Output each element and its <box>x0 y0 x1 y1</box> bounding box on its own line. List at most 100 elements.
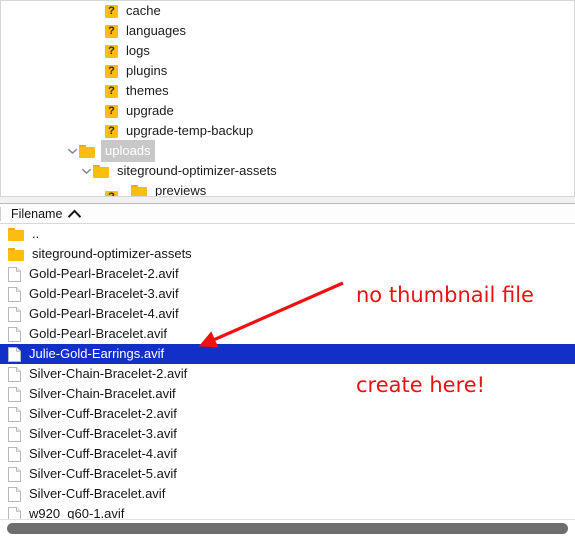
tree-item-label: logs <box>126 43 150 58</box>
tree-item-upgrade[interactable]: ? upgrade <box>1 101 574 121</box>
tree-item-partial[interactable]: ? <box>1 187 574 196</box>
question-folder-icon: ? <box>105 84 118 98</box>
file-list-row-label: .. <box>32 226 40 241</box>
tree-twisty-empty <box>91 121 105 141</box>
file-list-row[interactable]: Silver-Cuff-Bracelet-2.avif <box>0 404 575 424</box>
file-list-row-label: Silver-Cuff-Bracelet-5.avif <box>29 466 177 481</box>
file-list-row[interactable]: Silver-Chain-Bracelet.avif <box>0 384 575 404</box>
file-list-row[interactable]: siteground-optimizer-assets <box>0 244 575 264</box>
file-list-row-label: Gold-Pearl-Bracelet-2.avif <box>29 266 179 281</box>
file-icon <box>8 346 21 362</box>
tree-item-label: siteground-optimizer-assets <box>117 163 277 178</box>
file-icon <box>8 286 21 302</box>
file-list-row[interactable]: Gold-Pearl-Bracelet-4.avif <box>0 304 575 324</box>
tree-twisty-empty <box>91 101 105 121</box>
file-list-row-label: siteground-optimizer-assets <box>32 246 192 261</box>
question-folder-icon: ? <box>105 44 118 58</box>
tree-item-label: plugins <box>126 63 168 78</box>
file-list-row[interactable]: Silver-Chain-Bracelet-2.avif <box>0 364 575 384</box>
tree-item-cache[interactable]: ? cache <box>1 1 574 21</box>
file-list-row[interactable]: Silver-Cuff-Bracelet-5.avif <box>0 464 575 484</box>
file-list-panel[interactable]: Filename .. siteground-optimizer-assets Go… <box>0 204 575 536</box>
question-folder-icon: ? <box>105 64 118 78</box>
folder-icon <box>8 227 24 241</box>
tree-twisty-empty <box>91 21 105 41</box>
file-list-row-label: Gold-Pearl-Bracelet-4.avif <box>29 306 179 321</box>
file-list-row-label: Gold-Pearl-Bracelet.avif <box>29 326 167 341</box>
file-list-header: Filename <box>0 204 575 224</box>
file-list-rows: .. siteground-optimizer-assets Gold-Pearl-… <box>0 224 575 524</box>
question-folder-icon: ? <box>105 124 118 138</box>
tree-item-label: cache <box>126 3 161 18</box>
chevron-down-icon[interactable] <box>79 161 93 181</box>
tree-item-siteground-optimizer-assets[interactable]: siteground-optimizer-assets <box>1 161 574 181</box>
file-list-row[interactable]: .. <box>0 224 575 244</box>
file-icon <box>8 446 21 462</box>
tree-item-label: upgrade-temp-backup <box>126 123 254 138</box>
tree-item-upgrade-temp-backup[interactable]: ? upgrade-temp-backup <box>1 121 574 141</box>
folder-icon <box>79 144 95 158</box>
tree-item-label: uploads <box>101 140 155 162</box>
panel-splitter[interactable] <box>0 196 575 204</box>
file-list-row[interactable]: Gold-Pearl-Bracelet-3.avif <box>0 284 575 304</box>
file-list-row-label: Silver-Chain-Bracelet-2.avif <box>29 366 188 381</box>
tree-row-clipped[interactable]: ? <box>1 187 574 196</box>
file-icon <box>8 386 21 402</box>
question-folder-icon: ? <box>105 24 118 38</box>
file-list-row-label: Silver-Cuff-Bracelet-2.avif <box>29 406 177 421</box>
file-list-row[interactable]: Gold-Pearl-Bracelet.avif <box>0 324 575 344</box>
directory-tree: ? cache? languages? logs? plugins? themes? upg… <box>1 1 574 196</box>
file-list-row[interactable]: Gold-Pearl-Bracelet-2.avif <box>0 264 575 284</box>
chevron-down-icon[interactable] <box>65 141 79 161</box>
file-icon <box>8 306 21 322</box>
tree-item-uploads[interactable]: uploads <box>1 140 574 162</box>
horizontal-scrollbar-track[interactable] <box>0 519 575 536</box>
file-list-row-label: Silver-Cuff-Bracelet-4.avif <box>29 446 177 461</box>
tree-twisty-empty <box>91 81 105 101</box>
column-header-filename[interactable]: Filename <box>0 206 82 221</box>
file-list-row[interactable]: Silver-Cuff-Bracelet.avif <box>0 484 575 504</box>
file-list-row-label: Julie-Gold-Earrings.avif <box>29 346 165 361</box>
tree-item-plugins[interactable]: ? plugins <box>1 61 574 81</box>
file-icon <box>8 486 21 502</box>
file-list-row[interactable]: Silver-Cuff-Bracelet-3.avif <box>0 424 575 444</box>
file-list-row-label: Gold-Pearl-Bracelet-3.avif <box>29 286 179 301</box>
file-icon <box>8 366 21 382</box>
tree-twisty-empty <box>91 1 105 21</box>
file-icon <box>8 426 21 442</box>
tree-item-themes[interactable]: ? themes <box>1 81 574 101</box>
file-icon <box>8 266 21 282</box>
tree-item-logs[interactable]: ? logs <box>1 41 574 61</box>
file-list-row[interactable]: Julie-Gold-Earrings.avif <box>0 344 575 364</box>
file-icon <box>8 406 21 422</box>
directory-tree-panel[interactable]: ? cache? languages? logs? plugins? themes? upg… <box>0 0 575 196</box>
file-list-row-label: Silver-Cuff-Bracelet-3.avif <box>29 426 177 441</box>
question-folder-icon: ? <box>105 104 118 118</box>
tree-item-label: languages <box>126 23 186 38</box>
file-list-row[interactable]: Silver-Cuff-Bracelet-4.avif <box>0 444 575 464</box>
tree-item-languages[interactable]: ? languages <box>1 21 574 41</box>
file-list-row-label: Silver-Chain-Bracelet.avif <box>29 386 176 401</box>
tree-twisty-empty <box>91 41 105 61</box>
file-icon <box>8 326 21 342</box>
tree-item-label: upgrade <box>126 103 174 118</box>
tree-twisty-empty <box>91 187 105 196</box>
folder-icon <box>93 164 109 178</box>
folder-icon <box>8 247 24 261</box>
column-header-filename-label: Filename <box>11 206 63 221</box>
horizontal-scrollbar-thumb[interactable] <box>7 523 568 534</box>
file-icon <box>8 466 21 482</box>
question-folder-icon: ? <box>105 4 118 18</box>
tree-twisty-empty <box>91 61 105 81</box>
tree-item-label: themes <box>126 83 169 98</box>
file-browser-window: ? cache? languages? logs? plugins? themes? upg… <box>0 0 575 536</box>
